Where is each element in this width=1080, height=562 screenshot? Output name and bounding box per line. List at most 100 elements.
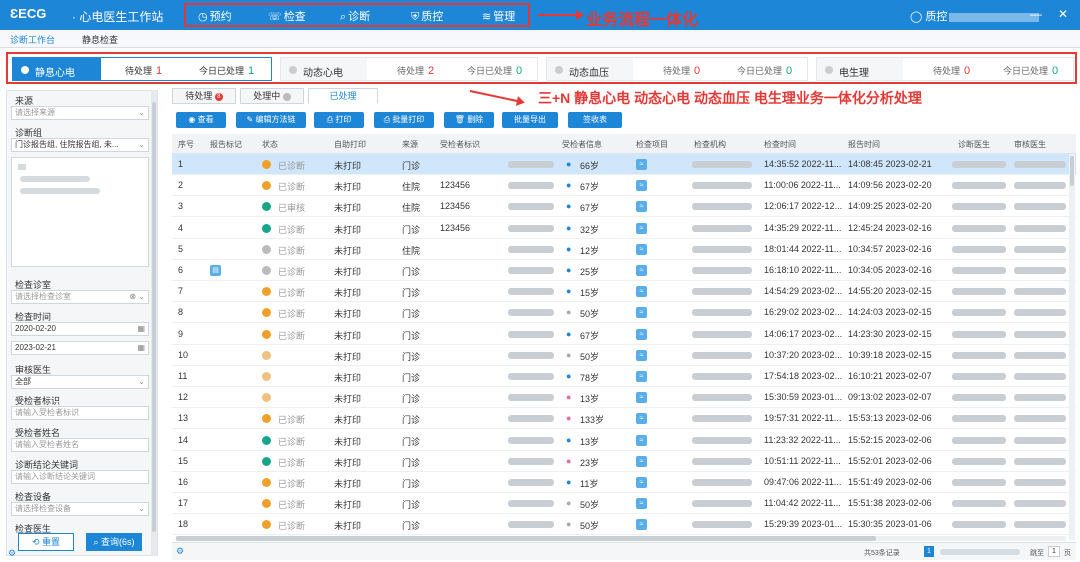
- minimize-icon[interactable]: —: [1030, 7, 1042, 21]
- source-text: 门诊: [402, 436, 421, 447]
- filter-scrollbar[interactable]: [151, 90, 157, 556]
- table-row[interactable]: 8 已诊断 未打印 门诊 ● 50岁 ≈16:29:02 2023-02... 14:24:0…: [172, 302, 1076, 324]
- table-row[interactable]: 18 已诊断 未打印 门诊 ● 50岁 ≈15:29:39 2023-01... 15:30:…: [172, 514, 1076, 536]
- ecg-item-icon[interactable]: ≈: [636, 477, 647, 488]
- patient-name-redacted: [508, 224, 554, 232]
- ecg-item-icon[interactable]: ≈: [636, 413, 647, 425]
- patient-id: 123456: [440, 222, 471, 233]
- institution-redacted: [692, 161, 752, 168]
- ecg-item-icon[interactable]: ≈: [636, 307, 647, 319]
- ecg-item-icon[interactable]: ≈: [636, 201, 647, 213]
- status-dot-icon: [262, 456, 271, 466]
- row-number: 5: [178, 243, 184, 254]
- reviewer-redacted: [1014, 267, 1066, 274]
- table-row[interactable]: 3 已审核 未打印 住院 123456 ● 67岁 ≈12:06:17 2022-12... 1…: [172, 196, 1076, 218]
- reset-button[interactable]: ⟲ 重置: [18, 533, 74, 551]
- table-row[interactable]: 5 已诊断 未打印 住院 ● 12岁 ≈18:01:44 2022-11... 10:34:5…: [172, 239, 1076, 260]
- room-select[interactable]: 请选择检查诊室 ⊗ ⌄: [11, 290, 149, 304]
- table-row[interactable]: 15 已诊断 未打印 门诊 ● 23岁 ≈10:51:11 2022-11... 15:52:…: [172, 451, 1076, 472]
- delete-button[interactable]: 🗑 删除: [444, 112, 494, 128]
- group-list[interactable]: [11, 157, 149, 267]
- source-select[interactable]: 请选择来源 ⌄: [11, 106, 149, 120]
- subtab-workbench[interactable]: 诊断工作台: [10, 33, 55, 46]
- vertical-scrollbar[interactable]: [1069, 154, 1075, 540]
- print-status: 未打印: [334, 521, 362, 532]
- subtab-resting-exam[interactable]: 静息检查: [82, 33, 118, 46]
- settings-icon[interactable]: ⚙: [176, 546, 184, 557]
- time-from-input[interactable]: 2020-02-20 ▦: [11, 322, 149, 336]
- module-electrophysiology[interactable]: 电生理 待处理 0 今日已处理 0: [816, 57, 1074, 81]
- ecg-item-icon[interactable]: ≈: [636, 498, 647, 510]
- exam-time: 17:54:18 2023-02...: [764, 371, 843, 381]
- table-row[interactable]: 9 已诊断 未打印 门诊 ● 67岁 ≈14:06:17 2023-02... 14:23:3…: [172, 324, 1076, 345]
- reviewer-select[interactable]: 全部 ⌄: [11, 375, 149, 389]
- ecg-item-icon[interactable]: ≈: [636, 392, 647, 404]
- nav-item-qc[interactable]: ⛨ 质控: [411, 8, 443, 24]
- nav-item-appointment[interactable]: ◷ 预约: [198, 8, 232, 24]
- table-row[interactable]: 14 已诊断 未打印 门诊 ● 13岁 ≈11:23:32 2022-11... 15:52:…: [172, 430, 1076, 451]
- ecg-item-icon[interactable]: ≈: [636, 265, 647, 276]
- settings-icon[interactable]: ⚙: [8, 548, 16, 559]
- close-icon[interactable]: ✕: [1058, 7, 1068, 21]
- ecg-item-icon[interactable]: ≈: [636, 222, 647, 234]
- ecg-item-icon[interactable]: ≈: [636, 159, 647, 170]
- horizontal-scrollbar[interactable]: [176, 536, 1066, 541]
- time-to-input[interactable]: 2023-02-21 ▦: [11, 341, 149, 355]
- ecg-item-icon[interactable]: ≈: [636, 286, 647, 298]
- module-resting-ecg[interactable]: 静息心电 待处理 1 今日已处理 1: [12, 57, 272, 81]
- table-row[interactable]: 10 未打印 门诊 ● 50岁 ≈10:37:20 2023-02... 10:39:18 …: [172, 345, 1076, 366]
- status-text: 已诊断: [278, 330, 306, 341]
- module-abpm[interactable]: 动态血压 待处理 0 今日已处理 0: [546, 57, 808, 81]
- tab-processed[interactable]: 已处理: [308, 88, 378, 104]
- print-status: 未打印: [334, 500, 362, 511]
- group-select[interactable]: 门诊报告组, 住院报告组, 未... ⌄: [11, 138, 149, 152]
- ecg-item-icon[interactable]: ≈: [636, 349, 647, 361]
- goto-page-input[interactable]: 1: [1048, 546, 1060, 557]
- pname-input[interactable]: 请输入受检者姓名: [11, 438, 149, 452]
- status-dot-icon: [262, 266, 271, 275]
- tab-pending[interactable]: 待处理 8: [172, 88, 236, 104]
- nav-item-manage[interactable]: ≋ 管理: [482, 8, 515, 24]
- ecg-item-icon[interactable]: ≈: [636, 180, 647, 192]
- table-row[interactable]: 6 ▤ 已诊断 未打印 门诊 ● 25岁 ≈16:18:10 2022-11... 10:34:…: [172, 260, 1076, 281]
- nav-item-diagnosis[interactable]: ⌕ 诊断: [340, 8, 370, 24]
- print-status: 未打印: [334, 309, 362, 320]
- batch-export-button[interactable]: 批量导出: [502, 112, 558, 128]
- batch-print-button[interactable]: ⎙ 批量打印: [374, 112, 434, 128]
- ecg-item-icon[interactable]: ≈: [636, 328, 647, 340]
- table-row[interactable]: 2 已诊断 未打印 住院 123456 ● 67岁 ≈11:00:06 2022-11... 1…: [172, 175, 1076, 197]
- patient-age: 50岁: [580, 351, 600, 362]
- table-row[interactable]: 13 已诊断 未打印 门诊 ● 133岁 ≈19:57:31 2022-11... 15:53…: [172, 408, 1076, 430]
- table-row[interactable]: 11 未打印 门诊 ● 78岁 ≈17:54:18 2023-02... 16:10:21 …: [172, 366, 1076, 387]
- device-select[interactable]: 请选择检查设备 ⌄: [11, 502, 149, 516]
- calendar-icon: ▦: [137, 343, 145, 352]
- query-button[interactable]: ⌕ 查询(6s): [86, 533, 142, 551]
- table-row[interactable]: 16 已诊断 未打印 门诊 ● 11岁 ≈09:47:06 2022-11... 15:51:…: [172, 472, 1076, 493]
- ecg-item-icon[interactable]: ≈: [636, 519, 647, 531]
- view-button[interactable]: ◉ 查看: [176, 112, 226, 128]
- edit-method-button[interactable]: ✎ 编辑方法链: [236, 112, 306, 128]
- page-1-button[interactable]: 1: [924, 546, 934, 557]
- print-button[interactable]: ⎙ 打印: [314, 112, 364, 128]
- pid-input[interactable]: 请输入受检者标识: [11, 406, 149, 420]
- keyword-input[interactable]: 请输入诊断结论关键词: [11, 470, 149, 484]
- ecg-item-icon[interactable]: ≈: [636, 455, 647, 467]
- source-text: 门诊: [402, 309, 421, 320]
- ecg-item-icon[interactable]: ≈: [636, 371, 647, 382]
- nav-item-exam[interactable]: ☏ 检查: [268, 8, 306, 24]
- ecg-item-icon[interactable]: ≈: [636, 434, 647, 446]
- ecg-item-icon[interactable]: ≈: [636, 243, 647, 255]
- tab-processing[interactable]: 处理中: [240, 88, 304, 104]
- module-holter-ecg[interactable]: 动态心电 待处理 2 今日已处理 0: [280, 57, 538, 81]
- receipt-button[interactable]: 签收表: [568, 112, 622, 128]
- user-menu[interactable]: ◯ 质控: [910, 8, 1040, 24]
- table-row[interactable]: 4 已诊断 未打印 门诊 123456 ● 32岁 ≈14:35:29 2022-11... 1…: [172, 218, 1076, 239]
- table-row[interactable]: 7 已诊断 未打印 门诊 ● 15岁 ≈14:54:29 2023-02... 14:55:2…: [172, 281, 1076, 303]
- table-row[interactable]: 12 未打印 门诊 ● 13岁 ≈15:30:59 2023-01... 09:13:02 …: [172, 387, 1076, 409]
- patient-name-redacted: [508, 521, 554, 529]
- status-text: 已诊断: [278, 245, 306, 256]
- table-row[interactable]: 1 已诊断 未打印 门诊 ● 66岁 ≈14:35:52 2022-11... 14:08:4…: [172, 154, 1076, 175]
- table-row[interactable]: 17 已诊断 未打印 门诊 ● 50岁 ≈11:04:42 2022-11... 15:51:…: [172, 493, 1076, 515]
- exam-time: 15:29:39 2023-01...: [764, 519, 843, 530]
- institution-redacted: [692, 182, 752, 190]
